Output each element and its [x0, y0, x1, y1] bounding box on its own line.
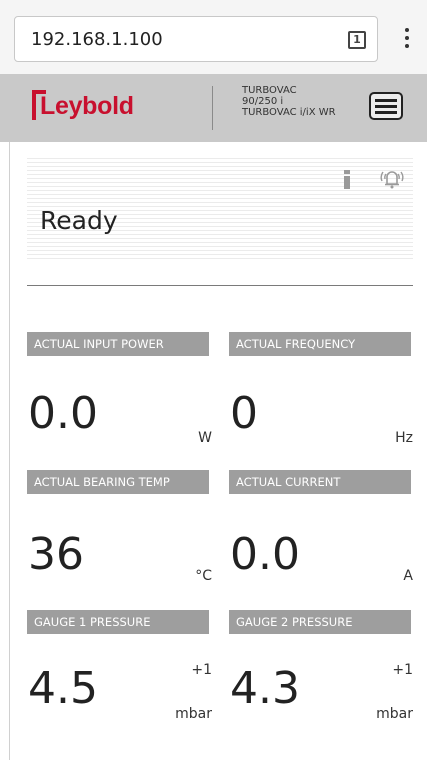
gauge1-unit: mbar: [175, 706, 212, 722]
app-header: Leybold TURBOVAC 90/250 i TURBOVAC i/iX …: [0, 74, 427, 142]
product-line-3: TURBOVAC i/iX WR: [242, 107, 336, 118]
gauge1-label: GAUGE 1 PRESSURE: [27, 610, 209, 634]
current-value: 0.0: [230, 529, 300, 580]
gauge1-exponent: +1: [191, 662, 212, 678]
current-unit: A: [403, 568, 413, 584]
more-vert-icon[interactable]: [394, 22, 420, 54]
logo-text: Leybold: [40, 92, 134, 120]
gauge2-exponent: +1: [392, 662, 413, 678]
status-divider: [27, 285, 413, 286]
input-power-label: ACTUAL INPUT POWER: [27, 332, 209, 356]
frequency-value: 0: [230, 388, 258, 439]
header-divider: [212, 86, 213, 130]
product-info: TURBOVAC 90/250 i TURBOVAC i/iX WR: [242, 85, 336, 118]
gauge2-value: 4.3: [230, 663, 300, 714]
left-edge-divider: [9, 142, 10, 760]
tab-switcher-button[interactable]: 1: [348, 31, 366, 49]
current-label: ACTUAL CURRENT: [229, 470, 411, 494]
leybold-logo[interactable]: Leybold: [32, 84, 134, 128]
gauge1-value: 4.5: [28, 663, 98, 714]
product-line-1: TURBOVAC: [242, 85, 297, 96]
alarm-bell-icon[interactable]: [378, 166, 406, 190]
input-power-value: 0.0: [28, 388, 98, 439]
input-power-unit: W: [198, 430, 212, 446]
address-bar[interactable]: 192.168.1.100 1: [14, 16, 378, 62]
status-text: Ready: [40, 206, 118, 235]
bearing-temp-value: 36: [28, 529, 84, 580]
product-line-2: 90/250 i: [242, 96, 284, 107]
bearing-temp-label: ACTUAL BEARING TEMP: [27, 470, 209, 494]
frequency-label: ACTUAL FREQUENCY: [229, 332, 411, 356]
bearing-temp-unit: °C: [195, 568, 212, 584]
browser-toolbar: 192.168.1.100 1: [0, 0, 427, 75]
info-icon[interactable]: [343, 170, 351, 189]
hamburger-menu-icon[interactable]: [369, 92, 403, 120]
frequency-unit: Hz: [395, 430, 413, 446]
url-text[interactable]: 192.168.1.100: [31, 29, 163, 50]
gauge2-label: GAUGE 2 PRESSURE: [229, 610, 411, 634]
gauge2-unit: mbar: [376, 706, 413, 722]
